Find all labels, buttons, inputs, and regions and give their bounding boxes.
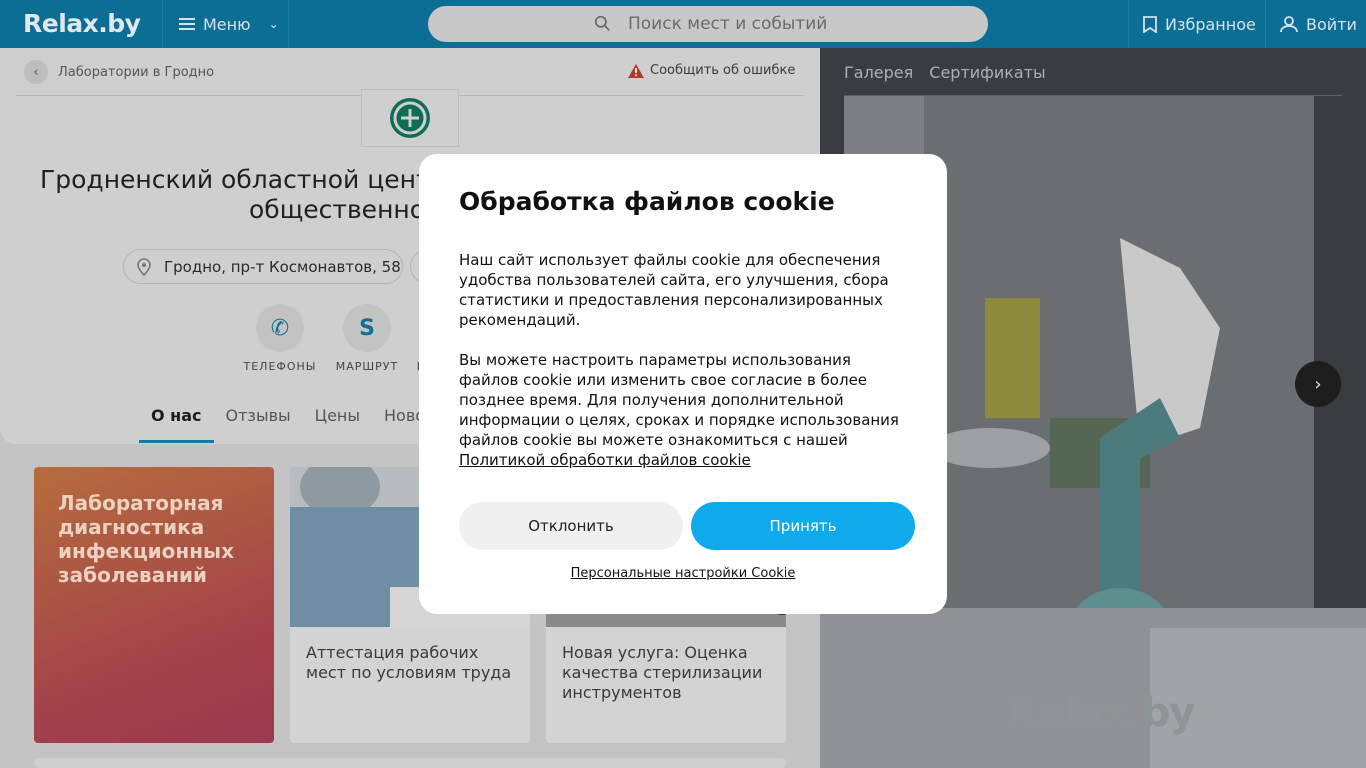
cookie-paragraph-2-text: Вы можете настроить параметры использова… xyxy=(459,351,899,449)
chevron-right-icon[interactable]: › xyxy=(1295,361,1341,407)
favorites-label: Избранное xyxy=(1165,14,1256,34)
news-title-1: Аттестация рабочих мест по условиям труд… xyxy=(306,643,512,682)
gallery-tabs: Галерея Сертификаты xyxy=(844,63,1046,82)
news-title-2: Новая услуга: Оценка качества стерилизац… xyxy=(562,643,763,702)
report-error-link[interactable]: Сообщить об ошибке xyxy=(628,63,795,78)
phone-icon: ✆ xyxy=(256,304,304,352)
location-pin-icon xyxy=(137,258,151,276)
cookie-settings-link[interactable]: Персональные настройки Cookie xyxy=(419,566,947,581)
search-input[interactable] xyxy=(626,13,986,35)
medical-emblem-icon xyxy=(390,98,430,138)
tab-about[interactable]: О нас xyxy=(139,400,214,443)
favorites-button[interactable]: Избранное xyxy=(1128,0,1266,48)
tab-certificates[interactable]: Сертификаты xyxy=(929,63,1045,82)
user-icon xyxy=(1280,16,1298,33)
search-bar[interactable] xyxy=(428,6,988,42)
tab-gallery[interactable]: Галерея xyxy=(844,63,913,82)
cookie-title: Обработка файлов cookie xyxy=(459,187,835,216)
next-section xyxy=(34,758,786,768)
watermark-logo: Relax.by xyxy=(1008,690,1195,736)
promo-card[interactable]: Лабораторная диагностика инфекционных за… xyxy=(34,467,274,743)
search-icon xyxy=(594,15,610,31)
phones-action[interactable]: ✆ ТЕЛЕФОНЫ xyxy=(235,304,325,373)
menu-button[interactable]: Меню ⌄ xyxy=(162,0,289,48)
address-chip[interactable]: Гродно, пр-т Космонавтов, 58 xyxy=(123,249,403,284)
menu-label: Меню xyxy=(203,14,251,34)
tab-prices[interactable]: Цены xyxy=(303,400,372,443)
report-label: Сообщить об ошибке xyxy=(650,63,796,78)
promo-text: Лабораторная диагностика инфекционных за… xyxy=(58,491,235,587)
cookie-paragraph-1: Наш сайт использует файлы cookie для обе… xyxy=(459,251,889,329)
chevron-left-icon[interactable]: ‹ xyxy=(24,60,48,84)
phones-label: ТЕЛЕФОНЫ xyxy=(243,360,317,373)
breadcrumb-label[interactable]: Лаборатории в Гродно xyxy=(58,65,214,80)
login-label: Войти xyxy=(1306,14,1357,34)
decline-button[interactable]: Отклонить xyxy=(459,502,683,550)
top-navbar: Relax.by Меню ⌄ Избранное Войти xyxy=(0,0,1366,48)
title-line-1: Гродненский областной центр xyxy=(40,165,447,194)
cookie-policy-link[interactable]: Политикой обработки файлов cookie xyxy=(459,451,751,469)
warning-icon xyxy=(628,63,644,78)
tab-reviews[interactable]: Отзывы xyxy=(214,400,303,443)
cookie-paragraph-2: Вы можете настроить параметры использова… xyxy=(459,350,909,470)
chevron-down-icon: ⌄ xyxy=(268,17,279,31)
gallery-divider xyxy=(844,95,1342,96)
address-text: Гродно, пр-т Космонавтов, 58 xyxy=(164,257,401,276)
site-logo[interactable]: Relax.by xyxy=(23,9,141,38)
breadcrumb[interactable]: ‹ Лаборатории в Гродно xyxy=(24,60,214,84)
org-tabs: О нас Отзывы Цены Ново xyxy=(139,400,437,443)
hamburger-icon xyxy=(179,18,195,30)
login-button[interactable]: Войти xyxy=(1280,0,1357,48)
bookmark-icon xyxy=(1143,15,1157,33)
cookie-dialog: Обработка файлов cookie Наш сайт использ… xyxy=(419,154,947,614)
accept-button[interactable]: Принять xyxy=(691,502,915,550)
org-logo xyxy=(361,89,459,147)
